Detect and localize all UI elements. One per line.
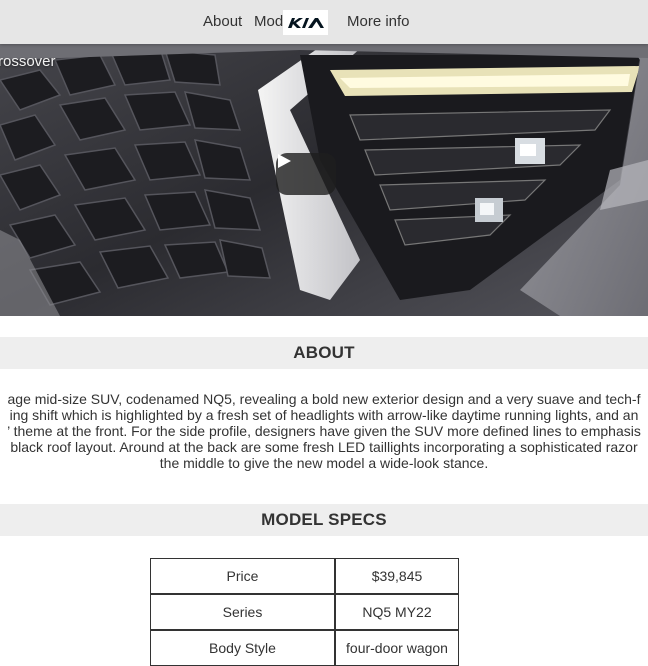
about-text-line: ’ theme at the front. For the side profi…: [7, 423, 641, 439]
about-text-line: the middle to give the new model a wide-…: [159, 455, 489, 471]
about-text-line: age mid-size SUV, codenamed NQ5, reveali…: [7, 391, 641, 407]
spec-label: Series: [150, 594, 335, 630]
kia-logo-icon: [287, 17, 324, 28]
nav-link-more-info[interactable]: More info: [347, 13, 410, 30]
table-row: Body Style four-door wagon: [150, 630, 459, 666]
table-row: Series NQ5 MY22: [150, 594, 459, 630]
site-header: About Models More info: [0, 0, 648, 44]
model-specs-heading: MODEL SPECS: [0, 504, 648, 536]
about-text-line: black roof layout. Around at the back ar…: [10, 439, 638, 455]
table-row: Price $39,845: [150, 558, 459, 594]
spec-value: four-door wagon: [335, 630, 459, 666]
spec-label: Price: [150, 558, 335, 594]
spec-table: Price $39,845 Series NQ5 MY22 Body Style…: [150, 558, 459, 666]
about-heading: ABOUT: [0, 337, 648, 369]
hero-video[interactable]: rossover: [0, 0, 648, 316]
hero-caption: rossover: [0, 53, 56, 70]
brand-logo[interactable]: [283, 10, 328, 35]
nav-link-about[interactable]: About: [203, 13, 242, 30]
spec-value: NQ5 MY22: [335, 594, 459, 630]
spec-label: Body Style: [150, 630, 335, 666]
spec-value: $39,845: [335, 558, 459, 594]
about-text: age mid-size SUV, codenamed NQ5, reveali…: [0, 391, 648, 471]
play-button[interactable]: [276, 153, 336, 195]
about-text-line: ing shift which is highlighted by a fres…: [9, 407, 639, 423]
